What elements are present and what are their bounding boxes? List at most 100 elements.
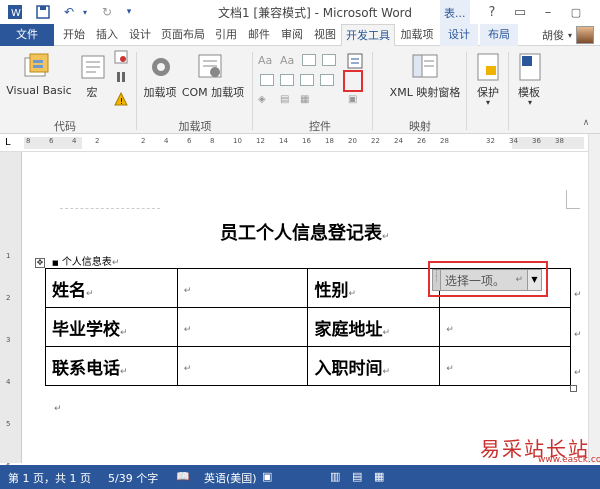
combo-box-control-icon[interactable] bbox=[280, 74, 294, 86]
word-app-icon[interactable]: W bbox=[6, 3, 24, 21]
properties-icon[interactable]: ▤ bbox=[280, 94, 289, 105]
record-macro-icon[interactable] bbox=[114, 50, 128, 67]
ruler-track: 8 6 4 2 2 4 6 8 10 12 14 16 18 20 22 24 26 28 32 34 36 38 bbox=[24, 137, 584, 149]
vertical-scrollbar[interactable] bbox=[588, 134, 600, 463]
group-separator bbox=[372, 52, 373, 130]
building-block-control-icon[interactable] bbox=[322, 54, 336, 66]
tab-mailings[interactable]: 邮件 bbox=[243, 24, 275, 46]
help-icon[interactable]: ? bbox=[478, 0, 506, 24]
checkbox-control-icon[interactable] bbox=[260, 74, 274, 86]
customize-quick-access-icon[interactable]: ▾ bbox=[120, 3, 138, 21]
ruler-tick-label: 36 bbox=[532, 137, 541, 145]
ruler-tick-label: 10 bbox=[233, 137, 242, 145]
table-cell[interactable]: ↵ bbox=[176, 307, 309, 347]
group-label-addins: 加载项 bbox=[178, 120, 212, 133]
plain-text-control-icon[interactable]: Aa bbox=[280, 54, 294, 67]
design-mode-icon[interactable]: ◈ bbox=[258, 94, 266, 105]
picture-control-icon[interactable] bbox=[302, 54, 316, 66]
vertical-ruler-tick-label: 2 bbox=[6, 294, 11, 302]
table-cell[interactable]: ↵ bbox=[176, 268, 309, 308]
repeating-section-icon[interactable]: ▣ bbox=[348, 94, 357, 105]
svg-text:!: ! bbox=[120, 97, 123, 106]
pause-recording-icon[interactable] bbox=[114, 70, 128, 87]
macro-record-status-icon[interactable]: ▣ bbox=[262, 470, 272, 483]
tab-addins[interactable]: 加载项 bbox=[396, 24, 438, 46]
save-icon[interactable] bbox=[34, 3, 52, 21]
table-cell[interactable]: ↵ bbox=[439, 307, 571, 347]
vertical-ruler-tick-label: 3 bbox=[6, 336, 11, 344]
document-title-text: 员工个人信息登记表 bbox=[220, 223, 382, 244]
document-title[interactable]: 员工个人信息登记表↵ bbox=[220, 219, 390, 245]
redo-icon[interactable]: ↻ bbox=[98, 3, 116, 21]
table-cell[interactable]: 毕业学校↵ bbox=[45, 307, 178, 347]
tab-insert[interactable]: 插入 bbox=[91, 24, 123, 46]
tab-table-design[interactable]: 设计 bbox=[440, 24, 478, 46]
table-resize-handle[interactable] bbox=[570, 385, 577, 392]
table-cell[interactable]: 入职时间↵ bbox=[307, 346, 441, 386]
read-mode-icon[interactable]: ▥ bbox=[330, 470, 340, 483]
user-account[interactable]: 胡俊 ▾ bbox=[542, 26, 594, 44]
cell-end-mark: ↵ bbox=[86, 288, 94, 299]
table-caption[interactable]: ■ 个人信息表↵ bbox=[52, 253, 119, 268]
undo-dropdown-icon[interactable]: ▾ bbox=[76, 3, 94, 21]
com-addins-button[interactable]: COM 加载项 bbox=[180, 84, 246, 100]
legacy-tools-icon[interactable] bbox=[320, 74, 334, 86]
collapse-ribbon-icon[interactable]: ∧ bbox=[580, 118, 592, 128]
title-bar: W ↶ ▾ ↻ ▾ 文档1 [兼容模式] - Microsoft Word 表.… bbox=[0, 0, 600, 24]
vertical-ruler-tick-label: 4 bbox=[6, 378, 11, 386]
tab-file[interactable]: 文件 bbox=[0, 24, 54, 46]
minimize-icon[interactable]: – bbox=[534, 0, 562, 24]
xml-mapping-pane-button[interactable]: XML 映射窗格 bbox=[380, 84, 470, 100]
tab-selector-icon[interactable]: L bbox=[5, 137, 11, 148]
table-move-handle[interactable]: ✥ bbox=[35, 258, 45, 268]
addins-gear-icon bbox=[146, 52, 176, 85]
language-indicator[interactable]: 英语(美国) bbox=[204, 470, 257, 486]
macros-button[interactable]: 宏 bbox=[82, 84, 102, 100]
table-cell[interactable]: ↵ bbox=[176, 346, 309, 386]
tab-view[interactable]: 视图 bbox=[309, 24, 341, 46]
restore-icon[interactable]: ▢ bbox=[562, 0, 590, 24]
cell-end-mark: ↵ bbox=[183, 325, 192, 335]
tab-review[interactable]: 审阅 bbox=[276, 24, 308, 46]
ribbon-display-icon[interactable]: ▭ bbox=[506, 0, 534, 24]
tab-home[interactable]: 开始 bbox=[58, 24, 90, 46]
vertical-ruler-tick-label: 5 bbox=[6, 420, 11, 428]
tab-design[interactable]: 设计 bbox=[124, 24, 156, 46]
caption-text: 个人信息表 bbox=[61, 257, 112, 268]
ruler-tick-label: 14 bbox=[279, 137, 288, 145]
header-boundary bbox=[60, 208, 160, 210]
cell-end-mark: ↵ bbox=[446, 364, 454, 374]
group-label-mapping: 映射 bbox=[409, 120, 431, 133]
table-cell[interactable]: ↵ bbox=[439, 346, 571, 386]
table-cell[interactable]: 性别↵ bbox=[307, 268, 441, 308]
cell-end-mark: ↵ bbox=[348, 288, 357, 299]
chevron-down-icon: ▾ bbox=[567, 30, 572, 40]
window-title: 文档1 [兼容模式] - Microsoft Word bbox=[217, 6, 413, 20]
ribbon-tab-bar: 文件 开始 插入 设计 页面布局 引用 邮件 审阅 视图 开发工具 加载项 设计… bbox=[0, 24, 600, 47]
page-count[interactable]: 第 1 页，共 1 页 bbox=[8, 470, 91, 486]
proofing-icon[interactable]: 📖 bbox=[176, 470, 190, 483]
visual-basic-button[interactable]: Visual Basic bbox=[4, 84, 74, 97]
web-layout-icon[interactable]: ▦ bbox=[374, 470, 384, 483]
table-cell[interactable]: 姓名↵ bbox=[45, 268, 178, 308]
word-count[interactable]: 5/39 个字 bbox=[108, 470, 158, 486]
addins-button[interactable]: 加载项 bbox=[140, 84, 180, 100]
xml-mapping-pane-icon bbox=[410, 52, 440, 85]
cell-label: 姓名 bbox=[52, 280, 86, 301]
cell-end-mark: ↵ bbox=[120, 366, 128, 377]
date-picker-control-icon[interactable] bbox=[300, 74, 314, 86]
tab-table-layout[interactable]: 布局 bbox=[480, 24, 518, 46]
horizontal-ruler[interactable]: L 8 6 4 2 2 4 6 8 10 12 14 16 18 20 22 24 26 28 32 34 36 38 bbox=[0, 134, 600, 152]
table-cell[interactable]: 联系电话↵ bbox=[45, 346, 178, 386]
row-end-mark: ↵ bbox=[574, 368, 582, 378]
rich-text-control-icon[interactable]: Aa bbox=[258, 54, 272, 67]
tab-references[interactable]: 引用 bbox=[210, 24, 242, 46]
print-layout-icon[interactable]: ▤ bbox=[352, 470, 362, 483]
tab-developer[interactable]: 开发工具 bbox=[341, 24, 395, 47]
paragraph-mark: ↵ bbox=[111, 258, 120, 268]
group-icon[interactable]: ▦ bbox=[300, 94, 309, 105]
macro-security-icon[interactable]: ! bbox=[114, 91, 128, 109]
table-cell[interactable]: 家庭地址↵ bbox=[307, 307, 441, 347]
tab-page-layout[interactable]: 页面布局 bbox=[157, 24, 209, 46]
ruler-tick-label: 8 bbox=[210, 137, 215, 145]
